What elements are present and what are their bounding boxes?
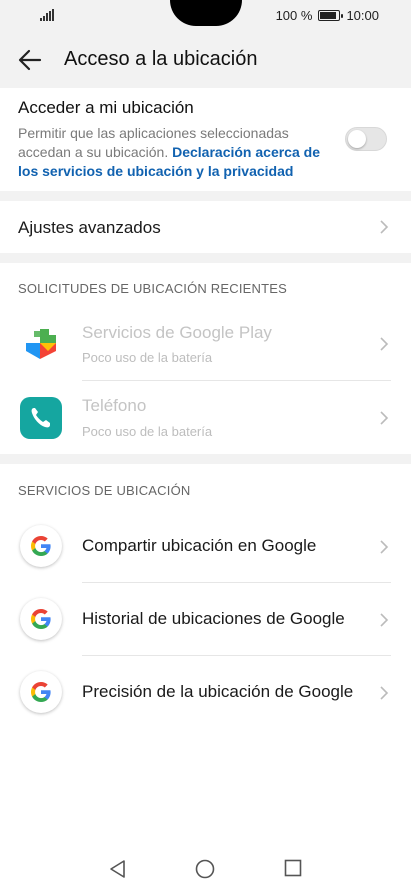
advanced-settings-row[interactable]: Ajustes avanzados (0, 201, 411, 253)
home-circle-icon[interactable] (195, 859, 215, 879)
camera-notch (170, 0, 242, 26)
recents-square-icon[interactable] (284, 859, 302, 877)
chevron-right-icon (380, 220, 389, 234)
service-label: Historial de ubicaciones de Google (82, 609, 345, 628)
recent-requests-section: SOLICITUDES DE UBICACIÓN RECIENTES Servi… (0, 263, 411, 454)
list-item-google-play-services[interactable]: Servicios de Google Play Poco uso de la … (0, 307, 411, 380)
section-header-services: SERVICIOS DE UBICACIÓN (18, 483, 191, 498)
page-title: Acceso a la ubicación (64, 48, 258, 70)
chevron-right-icon (380, 613, 389, 627)
advanced-settings-label: Ajustes avanzados (18, 218, 161, 237)
status-bar: 100 % 10:00 (0, 0, 411, 32)
battery-usage: Poco uso de la batería (82, 350, 213, 365)
chevron-right-icon (380, 337, 389, 351)
service-label: Compartir ubicación en Google (82, 536, 317, 555)
app-name: Servicios de Google Play (82, 323, 272, 342)
location-access-toggle[interactable] (345, 127, 387, 151)
list-item-share-location[interactable]: Compartir ubicación en Google (0, 510, 411, 583)
location-access-label: Acceder a mi ubicación (18, 98, 194, 117)
chevron-right-icon (380, 411, 389, 425)
chevron-right-icon (380, 540, 389, 554)
toggle-knob (348, 130, 366, 148)
battery-percent: 100 % (275, 8, 313, 23)
service-label: Precisión de la ubicación de Google (82, 682, 354, 701)
chevron-right-icon (380, 686, 389, 700)
signal-icon (40, 9, 54, 21)
location-services-section: SERVICIOS DE UBICACIÓN Compartir ubicaci… (0, 464, 411, 844)
google-icon (20, 671, 62, 713)
location-access-section[interactable]: Acceder a mi ubicación Permitir que las … (0, 88, 411, 191)
back-arrow-icon[interactable] (16, 46, 44, 74)
battery-icon (318, 10, 344, 21)
google-icon (20, 598, 62, 640)
phone-app-icon (20, 397, 62, 439)
back-triangle-icon[interactable] (108, 859, 126, 879)
battery-usage: Poco uso de la batería (82, 424, 213, 439)
app-name: Teléfono (82, 396, 147, 415)
section-header-recent: SOLICITUDES DE UBICACIÓN RECIENTES (18, 281, 288, 296)
google-icon (20, 525, 62, 567)
google-play-services-icon (26, 329, 56, 359)
clock: 10:00 (346, 8, 379, 23)
list-item-location-history[interactable]: Historial de ubicaciones de Google (0, 583, 411, 656)
list-item-phone[interactable]: Teléfono Poco uso de la batería (0, 381, 411, 454)
list-item-location-accuracy[interactable]: Precisión de la ubicación de Google (0, 656, 411, 729)
location-access-description: Permitir que las aplicaciones selecciona… (18, 124, 338, 181)
system-navigation-bar (0, 844, 411, 892)
app-bar: Acceso a la ubicación (0, 32, 411, 88)
